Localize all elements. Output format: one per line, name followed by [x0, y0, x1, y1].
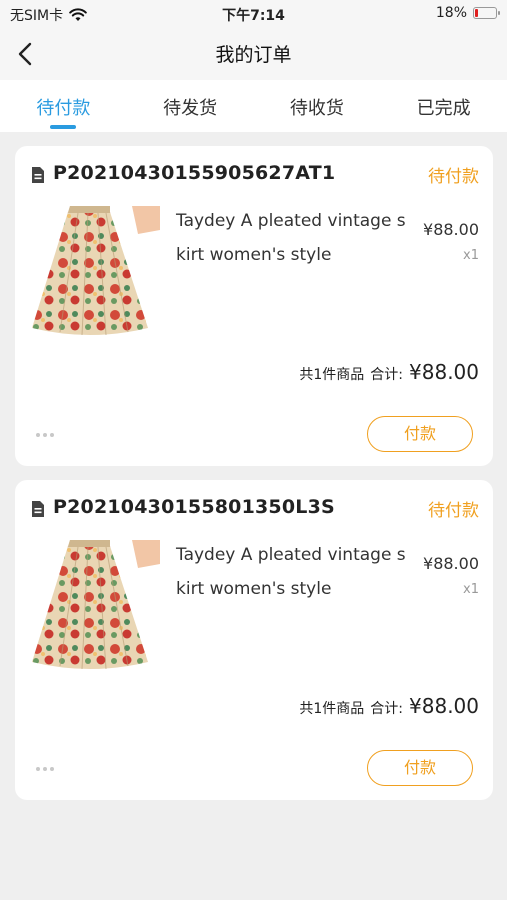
status-bar: 无SIM卡 下午7:14 18% — [0, 0, 507, 28]
tab-label: 已完成 — [416, 98, 471, 119]
page-title: 我的订单 — [215, 44, 292, 66]
battery-icon — [473, 7, 500, 19]
product-image[interactable] — [30, 538, 160, 672]
more-options-icon[interactable] — [35, 766, 55, 772]
pay-button[interactable]: 付款 — [367, 416, 473, 452]
order-tabs: 待付款 待发货 待收货 已完成 — [0, 80, 507, 132]
order-number: P20210430155801350L3S — [53, 496, 335, 518]
order-number: P20210430155905627AT1 — [53, 162, 336, 184]
item-count: 共1件商品 — [299, 701, 365, 717]
product-price: ¥88.00 — [423, 220, 479, 239]
tab-label: 待收货 — [289, 98, 344, 119]
total-label: 合计: — [370, 701, 404, 717]
document-icon — [32, 501, 44, 517]
active-tab-indicator — [50, 125, 77, 129]
order-status: 待付款 — [428, 167, 479, 187]
more-options-icon[interactable] — [35, 432, 55, 438]
tab-pending-shipment[interactable]: 待发货 — [127, 80, 254, 132]
total-label: 合计: — [370, 367, 404, 383]
tab-pending-payment[interactable]: 待付款 — [0, 80, 127, 132]
pay-button[interactable]: 付款 — [367, 750, 473, 786]
nav-bar: 我的订单 — [0, 28, 507, 80]
product-price: ¥88.00 — [423, 554, 479, 573]
order-summary: 共1件商品 合计: ¥88.00 — [299, 694, 479, 718]
product-quantity: x1 — [463, 248, 479, 263]
order-status: 待付款 — [428, 501, 479, 521]
order-total: ¥88.00 — [409, 694, 479, 718]
tab-pending-receipt[interactable]: 待收货 — [254, 80, 381, 132]
order-header: P20210430155905627AT1 待付款 — [31, 162, 479, 190]
order-summary: 共1件商品 合计: ¥88.00 — [299, 360, 479, 384]
status-time: 下午7:14 — [222, 8, 285, 24]
product-image[interactable] — [30, 204, 160, 338]
tab-label: 待发货 — [163, 98, 218, 119]
order-header: P20210430155801350L3S 待付款 — [31, 496, 479, 524]
status-right: 18% — [435, 5, 500, 21]
tab-completed[interactable]: 已完成 — [380, 80, 507, 132]
battery-percent: 18% — [435, 5, 467, 21]
product-title: Taydey A pleated vintage skirt women's s… — [176, 545, 406, 599]
product-title: Taydey A pleated vintage skirt women's s… — [176, 211, 406, 265]
tab-label: 待付款 — [36, 98, 91, 119]
order-card[interactable]: P20210430155905627AT1 待付款 Taydey A pleat… — [15, 146, 493, 466]
item-count: 共1件商品 — [299, 367, 365, 383]
product-quantity: x1 — [463, 582, 479, 597]
order-total: ¥88.00 — [409, 360, 479, 384]
order-list: P20210430155905627AT1 待付款 Taydey A pleat… — [15, 146, 493, 814]
document-icon — [32, 167, 44, 183]
order-card[interactable]: P20210430155801350L3S 待付款 Taydey A pleat… — [15, 480, 493, 800]
